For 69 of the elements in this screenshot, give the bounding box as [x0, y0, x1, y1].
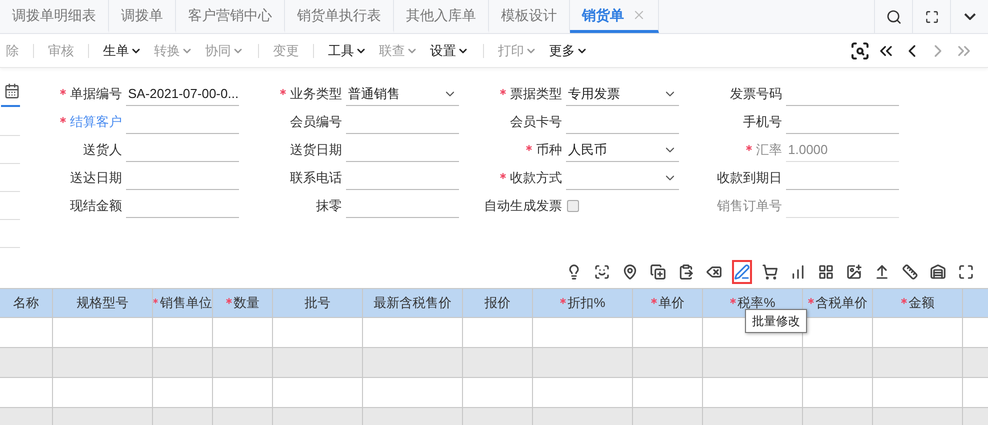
field-label: 发票号码 [730, 85, 782, 104]
delete-icon [706, 264, 722, 280]
column-header[interactable]: 单价 [658, 293, 684, 313]
tooltip: 批量修改 [745, 309, 807, 333]
bar-chart-icon [790, 264, 806, 280]
field-label: 会员编号 [290, 113, 342, 132]
column-header[interactable]: 含税单价 [816, 293, 868, 313]
paste-icon [678, 264, 694, 280]
calendar-icon[interactable] [4, 83, 20, 99]
field-label: 票据类型 [510, 85, 562, 104]
tab[interactable]: 客户营销中心 [176, 0, 285, 33]
field-label: 送货人 [83, 141, 122, 160]
field-label: 销售订单号 [717, 197, 782, 216]
toolbar-button[interactable]: 生单 [97, 40, 148, 60]
grid-icon [818, 264, 834, 280]
field-label: 抹零 [316, 197, 342, 216]
cart-icon [762, 264, 778, 280]
checkbox[interactable] [567, 200, 579, 212]
fullscreen-icon [924, 10, 938, 24]
select-field[interactable]: 人民币 [566, 138, 679, 162]
pin-icon [622, 264, 638, 280]
toolbar-button[interactable]: 更多 [543, 40, 594, 60]
tab[interactable]: 其他入库单 [394, 0, 489, 33]
input-field[interactable]: SA-2021-07-00-0... [126, 82, 239, 106]
search-icon [886, 8, 902, 24]
column-header[interactable]: 名称 [13, 293, 39, 313]
field-label: 会员卡号 [510, 113, 562, 132]
tab[interactable]: 销货单执行表 [285, 0, 394, 33]
pen-icon [734, 264, 750, 280]
copy-plus-icon [650, 264, 666, 280]
toolbar-button[interactable]: 设置 [424, 40, 475, 60]
select-field[interactable]: 专用发票 [566, 82, 679, 106]
field-label: 现结金额 [70, 197, 122, 216]
column-header[interactable]: 销售单位 [160, 293, 212, 313]
fullscreen-icon [958, 264, 974, 280]
column-header[interactable]: 折扣% [568, 293, 606, 313]
field-label: 币种 [536, 141, 562, 160]
field-label: 单据编号 [70, 85, 122, 104]
tool-button[interactable] [732, 260, 752, 284]
date-field[interactable] [1, 83, 20, 107]
column-header[interactable]: 数量 [234, 293, 260, 313]
field-label: 送达日期 [70, 169, 122, 188]
field-label: 自动生成发票 [484, 197, 562, 216]
field-label: 收款方式 [510, 169, 562, 188]
select-field[interactable]: 普通销售 [346, 82, 459, 106]
field-label: 汇率 [756, 141, 782, 160]
column-header[interactable]: 规格型号 [76, 293, 128, 313]
warehouse-icon [930, 264, 946, 280]
column-header[interactable]: 金额 [908, 293, 934, 313]
upload-icon [874, 264, 890, 280]
image-icon [846, 264, 862, 280]
field-label: 联系电话 [290, 169, 342, 188]
chevron-icon [964, 13, 976, 20]
scan-icon [594, 264, 610, 280]
field-label: 手机号 [743, 113, 782, 132]
toolbar-button[interactable]: 工具 [322, 40, 373, 60]
lightbulb-icon [566, 264, 582, 280]
column-header[interactable]: 批号 [304, 293, 330, 313]
field-label: 业务类型 [290, 85, 342, 104]
tab[interactable]: 调拨单明细表 [0, 0, 109, 33]
tab[interactable]: 模板设计 [489, 0, 570, 33]
column-header[interactable]: 报价 [484, 293, 510, 313]
tab[interactable]: 调拨单 [109, 0, 176, 33]
tab[interactable]: 销货单 [570, 0, 659, 33]
locate-icon[interactable] [850, 40, 870, 60]
ruler-icon [902, 264, 918, 280]
field-label: 送货日期 [290, 141, 342, 160]
field-label: 收款到期日 [717, 169, 782, 188]
column-header[interactable]: 最新含税售价 [374, 293, 452, 313]
